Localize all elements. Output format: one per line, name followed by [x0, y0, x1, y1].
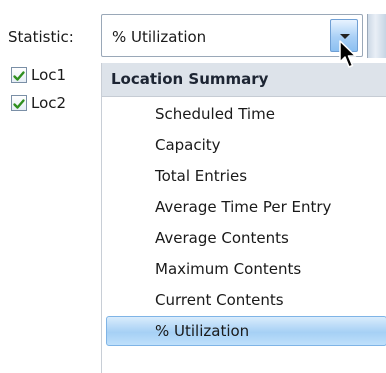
checkbox-checked-icon[interactable]: [11, 67, 27, 83]
chevron-down-icon: [340, 34, 350, 39]
option-total-entries[interactable]: Total Entries: [102, 161, 386, 191]
option-label: Capacity: [155, 136, 221, 154]
option-label: Average Contents: [155, 229, 289, 247]
option-percent-utilization[interactable]: % Utilization: [106, 316, 386, 346]
option-average-time-per-entry[interactable]: Average Time Per Entry: [102, 192, 386, 222]
option-average-contents[interactable]: Average Contents: [102, 223, 386, 253]
option-label: Total Entries: [155, 167, 248, 185]
option-label: Scheduled Time: [155, 105, 275, 123]
option-capacity[interactable]: Capacity: [102, 130, 386, 160]
group-header-label: Location Summary: [111, 70, 269, 88]
mouse-pointer-icon: [339, 40, 357, 68]
option-current-contents[interactable]: Current Contents: [102, 285, 386, 315]
option-label: Maximum Contents: [155, 260, 302, 278]
statistic-label: Statistic:: [8, 28, 74, 46]
statistic-selected-value: % Utilization: [112, 28, 207, 46]
option-label: Current Contents: [155, 291, 284, 309]
location-label: Loc2: [31, 94, 67, 112]
statistic-selector-panel: Statistic: % Utilization Loc1 Loc2 Locat…: [0, 0, 386, 373]
checkbox-checked-icon[interactable]: [11, 95, 27, 111]
statistic-combobox[interactable]: % Utilization: [101, 14, 363, 57]
option-label: % Utilization: [155, 322, 250, 340]
option-scheduled-time[interactable]: Scheduled Time: [102, 99, 386, 129]
option-maximum-contents[interactable]: Maximum Contents: [102, 254, 386, 284]
toolbar-edge: [367, 14, 386, 58]
option-label: Average Time Per Entry: [155, 198, 332, 216]
location-label: Loc1: [31, 66, 67, 84]
statistic-dropdown-list[interactable]: Location Summary Scheduled Time Capacity…: [101, 63, 386, 373]
